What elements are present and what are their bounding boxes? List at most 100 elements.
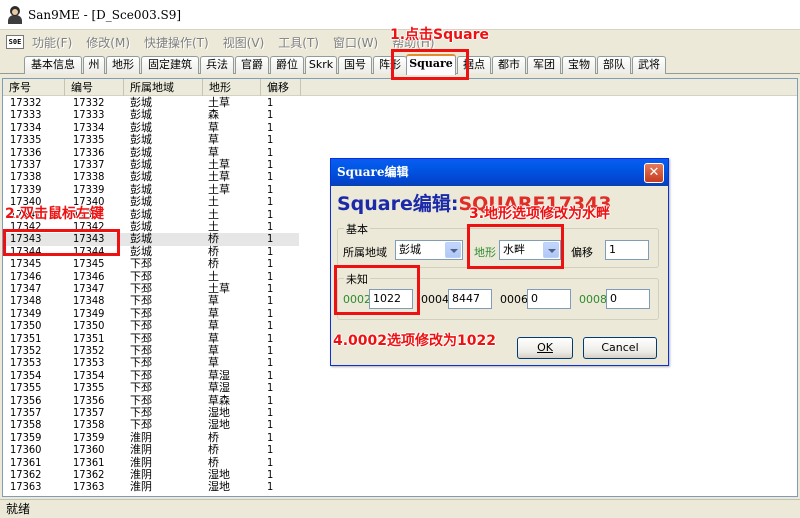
table-row[interactable]: 17353 17353 下邳 草 1 — [3, 357, 299, 369]
tab-army-corps[interactable]: 军团 — [527, 56, 561, 74]
tab-official-rank[interactable]: 官爵 — [235, 56, 269, 74]
table-row[interactable]: 17338 17338 彭城 土草 1 — [3, 171, 299, 183]
status-text: 就绪 — [6, 502, 31, 516]
table-cell: 彭城 — [130, 120, 152, 134]
chevron-down-icon[interactable] — [445, 242, 461, 258]
table-cell: 草森 — [208, 393, 230, 407]
f0006-field[interactable]: 0 — [527, 289, 571, 309]
table-cell: 17346 — [10, 269, 42, 283]
tab-treasure[interactable]: 宝物 — [562, 56, 596, 74]
f0004-field[interactable]: 8447 — [448, 289, 492, 309]
table-cell: 1 — [267, 368, 274, 382]
column-header-terrain[interactable]: 地形 — [203, 79, 261, 96]
tab-general[interactable]: 武将 — [632, 56, 666, 74]
tab-unit[interactable]: 部队 — [597, 56, 631, 74]
table-cell: 桥 — [208, 430, 219, 444]
region-label: 所属地域 — [343, 246, 387, 259]
table-row[interactable]: 17363 17363 淮阴 湿地 1 — [3, 481, 299, 493]
table-cell: 桥 — [208, 455, 219, 469]
table-cell: 1 — [267, 443, 274, 457]
dialog-title: Square编辑 — [331, 159, 668, 186]
app-avatar-icon — [7, 5, 23, 24]
table-row[interactable]: 17358 17358 下邳 湿地 1 — [3, 419, 299, 431]
column-header-index[interactable]: 序号 — [3, 79, 65, 96]
table-cell: 草湿 — [208, 368, 230, 382]
table-cell: 17362 — [10, 468, 42, 481]
f0008-field[interactable]: 0 — [606, 289, 650, 309]
menu-function[interactable]: 功能(F) — [32, 34, 72, 51]
ok-button[interactable]: OK — [517, 337, 573, 359]
table-cell: 17349 — [73, 306, 105, 320]
column-header-offset[interactable]: 偏移 — [261, 79, 301, 96]
table-cell: 17361 — [73, 455, 105, 469]
cancel-button[interactable]: Cancel — [583, 337, 657, 359]
table-cell: 下邳 — [130, 393, 152, 407]
table-cell: 17358 — [73, 418, 105, 432]
table-row[interactable]: 17350 17350 下邳 草 1 — [3, 320, 299, 332]
table-cell: 湿地 — [208, 418, 230, 432]
table-cell: 土 — [208, 220, 219, 233]
table-cell: 17355 — [10, 381, 42, 395]
table-row[interactable]: 17333 17333 彭城 森 1 — [3, 109, 299, 121]
column-header-region[interactable]: 所属地域 — [124, 79, 203, 96]
table-row[interactable]: 17345 17345 下邳 桥 1 — [3, 258, 299, 270]
table-cell: 淮阴 — [130, 443, 152, 457]
table-cell: 森 — [208, 108, 219, 122]
table-cell: 17362 — [73, 468, 105, 481]
table-row[interactable]: 17348 17348 下邳 草 1 — [3, 295, 299, 307]
menu-modify[interactable]: 修改(M) — [86, 34, 130, 51]
document-system-icon[interactable]: S0E — [6, 35, 24, 49]
f0004-label: 0004 — [421, 293, 449, 306]
tab-city[interactable]: 都市 — [492, 56, 526, 74]
table-cell: 17337 — [73, 158, 105, 171]
table-cell: 17335 — [73, 133, 105, 147]
table-cell: 1 — [267, 158, 274, 171]
tab-fixed-building[interactable]: 固定建筑 — [141, 56, 199, 74]
column-header-id[interactable]: 编号 — [65, 79, 124, 96]
table-cell: 17336 — [73, 145, 105, 159]
tab-country-name[interactable]: 国号 — [338, 56, 372, 74]
table-cell: 1 — [267, 319, 274, 333]
table-cell: 17345 — [73, 257, 105, 271]
table-cell: 17338 — [10, 170, 42, 184]
table-cell: 1 — [267, 195, 274, 209]
table-cell: 17353 — [73, 356, 105, 370]
menu-window[interactable]: 窗口(W) — [333, 34, 378, 51]
table-cell: 淮阴 — [130, 430, 152, 444]
menu-view[interactable]: 视图(V) — [223, 34, 265, 51]
table-cell: 1 — [267, 269, 274, 283]
table-cell: 下邳 — [130, 344, 152, 357]
region-select[interactable]: 彭城 — [395, 240, 463, 260]
table-cell: 彭城 — [130, 195, 152, 209]
table-cell: 17363 — [10, 480, 42, 494]
tab-tactics[interactable]: 兵法 — [200, 56, 234, 74]
tab-terrain[interactable]: 地形 — [106, 56, 140, 74]
menu-shortcut[interactable]: 快捷操作(T) — [144, 34, 209, 51]
table-cell: 17348 — [73, 294, 105, 308]
tab-basic-info[interactable]: 基本信息 — [24, 56, 82, 74]
table-cell: 17360 — [10, 443, 42, 457]
table-cell: 17346 — [73, 269, 105, 283]
tab-nobility[interactable]: 爵位 — [270, 56, 304, 74]
tab-skrk[interactable]: Skrk — [305, 56, 337, 74]
table-cell: 湿地 — [208, 480, 230, 494]
table-row[interactable]: 17360 17360 淮阴 桥 1 — [3, 444, 299, 456]
table-cell: 彭城 — [130, 108, 152, 122]
table-row[interactable]: 17335 17335 彭城 草 1 — [3, 134, 299, 146]
table-cell: 彭城 — [130, 133, 152, 147]
table-cell: 17352 — [73, 344, 105, 357]
table-cell: 1 — [267, 282, 274, 295]
menu-tools[interactable]: 工具(T) — [278, 34, 319, 51]
table-row[interactable]: 17355 17355 下邳 草湿 1 — [3, 382, 299, 394]
annotation-step3: 3.地形选项修改为水畔 — [469, 206, 611, 222]
table-cell: 淮阴 — [130, 455, 152, 469]
table-cell: 彭城 — [130, 182, 152, 196]
close-icon[interactable]: ✕ — [644, 163, 664, 183]
table-cell: 17359 — [73, 430, 105, 444]
table-cell: 1 — [267, 232, 274, 246]
tab-province[interactable]: 州 — [83, 56, 105, 74]
offset-field[interactable]: 1 — [605, 240, 649, 260]
table-cell: 下邳 — [130, 294, 152, 308]
table-cell: 1 — [267, 220, 274, 233]
table-cell: 17350 — [73, 319, 105, 333]
